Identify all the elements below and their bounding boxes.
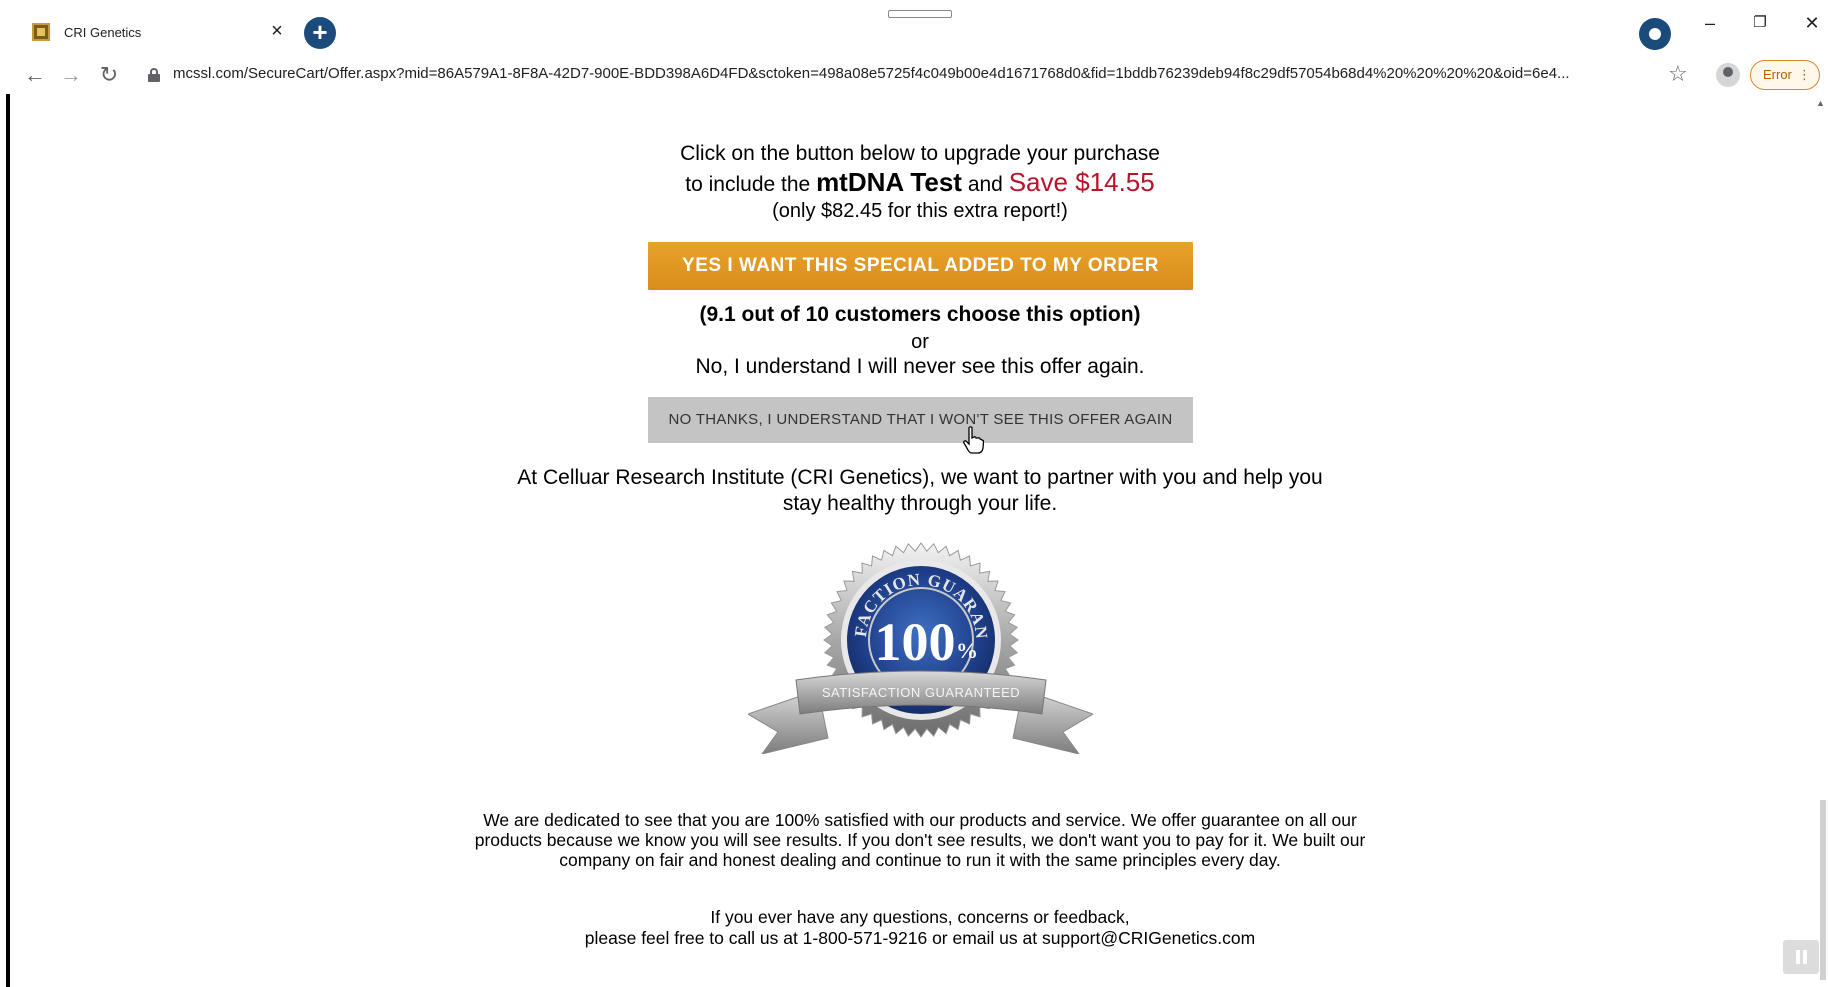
- browser-tabbar: CRI Genetics × + – ❐ ✕: [0, 0, 1828, 60]
- offer-line-2: to include the mtDNA Test and Save $14.5…: [0, 167, 1828, 198]
- hand-cursor-icon: [963, 426, 984, 454]
- new-tab-button[interactable]: +: [304, 17, 336, 49]
- offer-line-2-and: and: [967, 173, 1003, 196]
- window-drag-handle[interactable]: [888, 10, 952, 18]
- error-label: Error: [1763, 67, 1792, 82]
- minimize-icon[interactable]: –: [1690, 10, 1730, 36]
- seal-percent-sign: %: [956, 638, 978, 663]
- lock-icon[interactable]: [148, 68, 160, 82]
- error-menu-button[interactable]: Error ⋮: [1750, 60, 1820, 90]
- restore-icon[interactable]: ❐: [1740, 10, 1780, 36]
- guarantee-paragraph: We are dedicated to see that you are 100…: [474, 810, 1366, 870]
- site-favicon-icon: [32, 23, 50, 41]
- tab-title: CRI Genetics: [64, 24, 142, 40]
- social-proof-text: (9.1 out of 10 customers choose this opt…: [699, 303, 1141, 326]
- offer-line-1: Click on the button below to upgrade you…: [680, 142, 1160, 165]
- decline-offer-button[interactable]: NO THANKS, I UNDERSTAND THAT I WON'T SEE…: [648, 397, 1193, 443]
- about-line-1: At Celluar Research Institute (CRI Genet…: [517, 466, 1323, 489]
- decline-note: No, I understand I will never see this o…: [695, 355, 1145, 378]
- or-separator: or: [911, 331, 929, 353]
- scroll-up-icon[interactable]: ▲: [1816, 98, 1825, 108]
- menu-dots-icon: ⋮: [1798, 67, 1811, 82]
- offer-savings: Save $14.55: [1008, 167, 1155, 197]
- browser-tab[interactable]: CRI Genetics ×: [14, 10, 298, 54]
- close-window-icon[interactable]: ✕: [1792, 10, 1828, 36]
- scrollbar-thumb[interactable]: [1820, 800, 1826, 980]
- seal-percent-value: 100: [875, 612, 956, 672]
- left-border: [6, 94, 10, 987]
- tab-close-icon[interactable]: ×: [266, 20, 288, 42]
- offer-price-note: (only $82.45 for this extra report!): [772, 200, 1068, 222]
- forward-arrow-icon[interactable]: →: [56, 60, 86, 90]
- contact-line-2: please feel free to call us at 1-800-571…: [584, 928, 1256, 948]
- about-line-2: stay healthy through your life.: [782, 492, 1058, 515]
- contact-line-1: If you ever have any questions, concerns…: [710, 907, 1130, 927]
- address-bar[interactable]: mcssl.com/SecureCart/Offer.aspx?mid=86A5…: [173, 65, 1653, 82]
- extension-icon[interactable]: [1639, 18, 1671, 50]
- accept-offer-button[interactable]: YES I WANT THIS SPECIAL ADDED TO MY ORDE…: [648, 242, 1193, 290]
- browser-toolbar: ← → ↻ mcssl.com/SecureCart/Offer.aspx?mi…: [0, 56, 1828, 94]
- back-arrow-icon[interactable]: ←: [20, 60, 50, 90]
- account-icon[interactable]: [1716, 63, 1740, 87]
- offer-line-2-prefix: to include the: [685, 173, 811, 196]
- reload-icon[interactable]: ↻: [94, 60, 124, 90]
- bookmark-star-icon[interactable]: ☆: [1668, 61, 1688, 87]
- offer-product-name: mtDNA Test: [816, 167, 962, 197]
- satisfaction-guaranteed-seal: SATISFACTION GUARANTEED 100 % SATISFACTI…: [748, 538, 1093, 754]
- pause-icon[interactable]: [1783, 940, 1819, 974]
- seal-ribbon-text: SATISFACTION GUARANTEED: [822, 685, 1020, 700]
- page-content: Click on the button below to upgrade you…: [0, 94, 1828, 987]
